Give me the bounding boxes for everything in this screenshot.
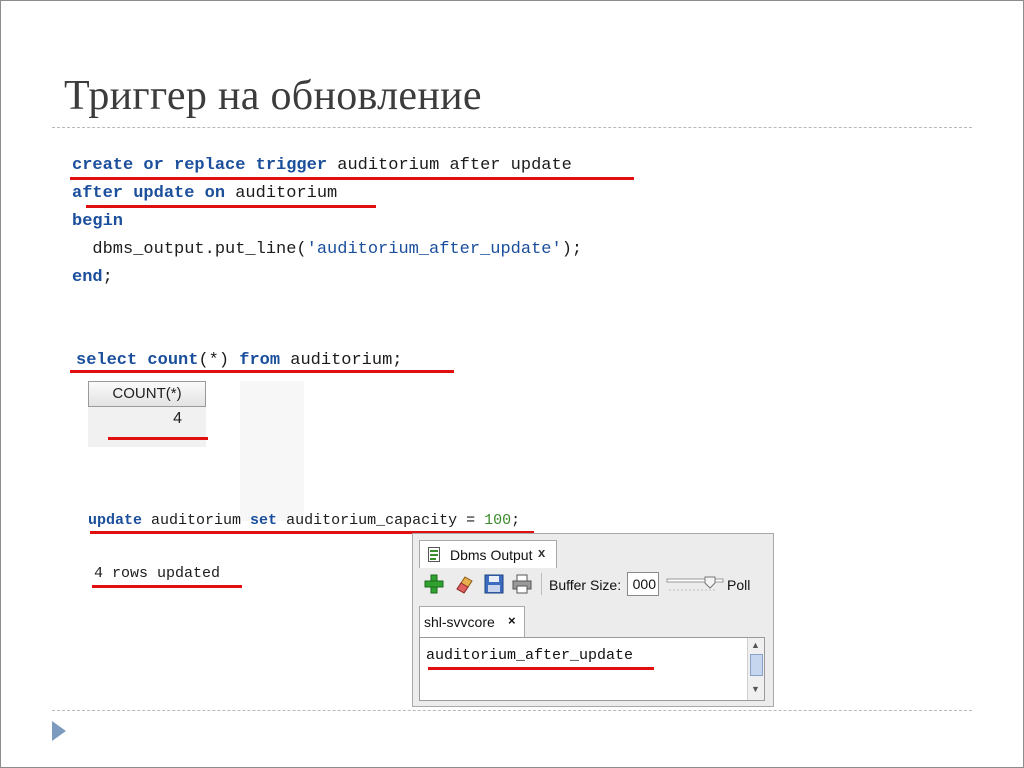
poll-slider[interactable] xyxy=(665,576,725,596)
code-line-1: create or replace trigger auditorium aft… xyxy=(72,156,572,176)
rows-updated-message: 4 rows updated xyxy=(94,565,221,582)
save-icon[interactable] xyxy=(483,573,505,595)
code-text: (*) xyxy=(198,351,230,370)
underline-mark xyxy=(428,667,654,670)
print-icon[interactable] xyxy=(511,573,533,595)
underline-mark xyxy=(108,437,208,440)
tab-label: Dbms Output xyxy=(450,547,533,563)
code-line-2: after update on auditorium xyxy=(72,184,337,204)
keyword: update xyxy=(88,512,143,529)
code-text: dbms_output.put_line( xyxy=(72,240,307,259)
select-query: select count(*) from auditorium; xyxy=(76,351,402,371)
add-icon[interactable] xyxy=(423,573,445,595)
navigation-arrow-icon[interactable] xyxy=(52,721,66,741)
code-text: auditorium xyxy=(142,512,251,529)
keyword: on xyxy=(204,184,226,203)
number-literal: 100 xyxy=(484,512,512,529)
keyword: end xyxy=(72,268,103,287)
dbms-toolbar: Buffer Size: 000 Poll xyxy=(413,568,771,600)
tab-connection[interactable]: shl-svvcore × xyxy=(419,606,525,637)
code-text: auditorium after update xyxy=(327,156,572,175)
code-text: ; xyxy=(102,268,113,287)
underline-mark xyxy=(70,370,454,373)
output-text: auditorium_after_update xyxy=(426,647,634,664)
code-text: auditorium; xyxy=(280,351,403,370)
code-text: ; xyxy=(511,512,521,529)
scroll-thumb[interactable] xyxy=(750,654,763,676)
tab-dbms-output[interactable]: Dbms Output x xyxy=(419,540,557,568)
keyword: create or replace trigger xyxy=(72,156,328,175)
result-grid-background xyxy=(240,381,304,521)
footer-divider xyxy=(52,710,972,711)
code-text: auditorium xyxy=(225,184,338,203)
string-literal: 'auditorium_after_update' xyxy=(306,240,562,259)
code-line-5: end; xyxy=(72,268,113,288)
buffer-size-input[interactable]: 000 xyxy=(627,572,659,596)
toolbar-separator xyxy=(541,573,542,595)
close-icon[interactable]: × xyxy=(508,613,516,628)
dbms-output-icon xyxy=(427,546,443,564)
code-text: auditorium_capacity = xyxy=(277,512,485,529)
keyword: select xyxy=(76,351,138,370)
clear-eraser-icon[interactable] xyxy=(453,573,475,595)
scroll-down-icon[interactable]: ▼ xyxy=(751,684,760,694)
underline-mark xyxy=(86,205,376,208)
result-cell[interactable]: 4 xyxy=(88,410,182,428)
dbms-output-panel: Dbms Output x Buffer Size: 000 Poll shl-… xyxy=(412,533,774,707)
keyword: set xyxy=(250,512,278,529)
code-text: ); xyxy=(561,240,583,259)
slide-title: Триггер на обновление xyxy=(64,73,482,119)
vertical-scrollbar[interactable]: ▲ ▼ xyxy=(747,638,764,700)
title-divider xyxy=(52,127,972,128)
close-icon[interactable]: x xyxy=(538,545,545,560)
keyword: count xyxy=(147,351,199,370)
keyword: from xyxy=(239,351,281,370)
code-line-4: dbms_output.put_line('auditorium_after_u… xyxy=(72,240,582,260)
scroll-up-icon[interactable]: ▲ xyxy=(751,640,760,650)
keyword: after update xyxy=(72,184,195,203)
column-header-count[interactable]: COUNT(*) xyxy=(88,381,206,407)
underline-mark xyxy=(70,177,634,180)
buffer-size-label: Buffer Size: xyxy=(549,577,622,593)
poll-label: Poll xyxy=(727,577,751,593)
underline-mark xyxy=(92,585,242,588)
update-statement: update auditorium set auditorium_capacit… xyxy=(88,511,520,531)
keyword: begin xyxy=(72,212,124,231)
code-line-3: begin xyxy=(72,212,123,232)
connection-label: shl-svvcore xyxy=(424,614,495,630)
